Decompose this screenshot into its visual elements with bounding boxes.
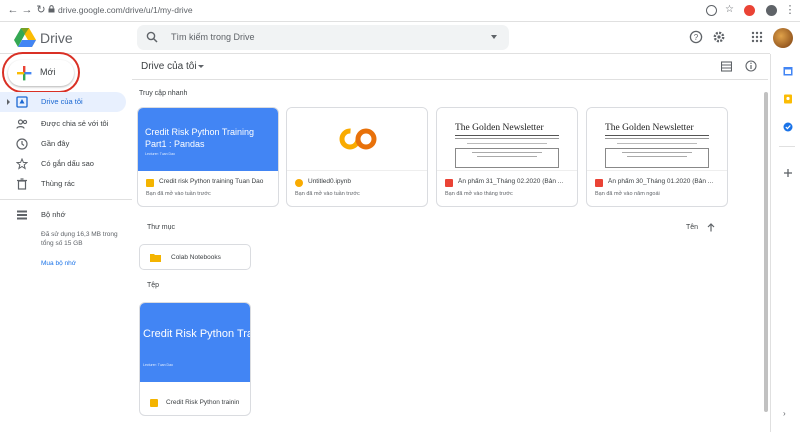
thumbnail-title: The Golden Newsletter: [605, 123, 694, 133]
sidebar-item-label: Gần đây: [41, 139, 70, 148]
sidebar-item-label: Drive của tôi: [41, 97, 83, 106]
expand-panel-icon[interactable]: ›: [783, 410, 791, 418]
file-thumbnail: The Golden Newsletter: [437, 108, 577, 171]
header-divider: [132, 79, 768, 80]
sidebar-item-my-drive[interactable]: Drive của tôi: [0, 92, 126, 112]
apps-grid-icon[interactable]: [750, 30, 764, 44]
add-addon-icon[interactable]: [783, 168, 793, 178]
browser-toolbar: ← → ↻ drive.google.com/drive/u/1/my-driv…: [0, 0, 800, 22]
forward-icon[interactable]: →: [20, 3, 34, 17]
keep-icon[interactable]: [783, 94, 793, 104]
info-icon[interactable]: [745, 60, 757, 72]
drive-logo-icon: [14, 28, 36, 47]
file-activity: Bạn đã mở vào tuần trước: [146, 191, 211, 197]
thumbnail-subtitle: Lecturer: Tuan Dao: [145, 152, 175, 156]
clock-icon: [16, 138, 28, 150]
app-name: Drive: [40, 30, 73, 46]
thumbnail-title: Credit Risk Python Training Part1 : Pand…: [143, 328, 250, 340]
buy-storage-link[interactable]: Mua bộ nhớ: [41, 260, 76, 267]
folder-name: Colab Notebooks: [171, 254, 221, 261]
account-avatar[interactable]: [773, 28, 793, 48]
sidebar-item-recent[interactable]: Gần đây: [0, 134, 126, 154]
trash-icon: [17, 178, 27, 190]
files-heading: Tệp: [147, 282, 160, 289]
list-view-icon[interactable]: [721, 61, 732, 72]
slides-icon: [146, 179, 154, 187]
my-drive-icon: [16, 96, 28, 108]
sort-by-name[interactable]: Tên: [686, 224, 698, 231]
pdf-icon: [445, 179, 453, 187]
tasks-icon[interactable]: [783, 122, 793, 132]
expand-arrow-icon[interactable]: [7, 99, 10, 105]
storage-icon: [17, 210, 27, 220]
colab-icon: [295, 179, 303, 187]
sidebar-item-label: Được chia sẻ với tôi: [41, 119, 109, 128]
quick-access-heading: Truy cập nhanh: [139, 90, 188, 97]
add-bookmark-icon[interactable]: [706, 5, 717, 16]
file-name: Untitled0.ipynb: [308, 178, 351, 185]
folder-item[interactable]: Colab Notebooks: [139, 244, 251, 270]
help-icon[interactable]: ?: [689, 30, 703, 44]
sidebar-item-label: Có gắn dấu sao: [41, 159, 94, 168]
file-activity: Bạn đã mở vào năm ngoái: [595, 191, 660, 197]
file-item[interactable]: Credit Risk Python Training Part1 : Pand…: [139, 302, 251, 416]
calendar-icon[interactable]: [783, 66, 793, 76]
file-thumbnail: Credit Risk Python Training Part1 : Pand…: [140, 303, 250, 382]
search-options-icon[interactable]: [491, 35, 497, 39]
highlight-annotation: [2, 52, 80, 93]
folder-icon: [150, 254, 161, 262]
slides-icon: [150, 399, 158, 407]
file-activity: Bạn đã mở vào tuần trước: [295, 191, 360, 197]
app-header: Drive Tìm kiếm trong Drive ?: [0, 22, 770, 54]
quick-access-card[interactable]: The Golden Newsletter Ấn phẩm 31_Tháng 0…: [436, 107, 578, 207]
search-input[interactable]: Tìm kiếm trong Drive: [137, 25, 509, 50]
sidebar-item-label: Thùng rác: [41, 179, 75, 188]
address-bar[interactable]: drive.google.com/drive/u/1/my-drive: [58, 5, 193, 15]
svg-text:?: ?: [694, 33, 699, 42]
file-name: Credit Risk Python trainin: [166, 399, 240, 406]
quick-access-card[interactable]: Credit Risk Python Training Part1 : Pand…: [137, 107, 279, 207]
side-panel: ›: [770, 54, 800, 432]
sidebar-item-trash[interactable]: Thùng rác: [0, 174, 126, 194]
file-activity: Bạn đã mở vào tháng trước: [445, 191, 513, 197]
search-placeholder: Tìm kiếm trong Drive: [171, 32, 255, 42]
thumbnail-title: The Golden Newsletter: [455, 123, 544, 133]
star-icon: [16, 158, 28, 170]
reload-icon[interactable]: ↻: [34, 3, 48, 17]
quick-access-card[interactable]: Untitled0.ipynb Bạn đã mở vào tuần trước: [286, 107, 428, 207]
search-icon: [146, 31, 158, 43]
file-thumbnail: The Golden Newsletter: [587, 108, 727, 171]
file-name: Ấn phẩm 31_Tháng 02.2020 (Bản ...: [458, 178, 564, 185]
colab-logo-icon: [339, 128, 377, 150]
file-name: Credit risk Python training Tuan Dao: [159, 178, 264, 185]
back-icon[interactable]: ←: [6, 3, 20, 17]
sidebar-item-starred[interactable]: Có gắn dấu sao: [0, 154, 126, 174]
settings-gear-icon[interactable]: [712, 30, 726, 44]
storage-usage: Đã sử dụng 16,3 MB trong tổng số 15 GB: [41, 231, 118, 247]
sidebar-item-shared[interactable]: Được chia sẻ với tôi: [0, 114, 126, 134]
star-bookmark-icon[interactable]: ☆: [724, 5, 735, 16]
browser-menu-icon[interactable]: ⋮: [783, 3, 797, 17]
file-name: Ấn phẩm 30_Tháng 01.2020 (Bản ...: [608, 178, 714, 185]
pdf-icon: [595, 179, 603, 187]
lock-icon: [48, 5, 55, 13]
sort-arrow-up-icon[interactable]: [707, 223, 715, 232]
thumbnail-title: Credit Risk Python Training Part1 : Pand…: [145, 127, 255, 149]
sidebar-divider: [0, 199, 132, 200]
quick-access-card[interactable]: The Golden Newsletter Ấn phẩm 30_Tháng 0…: [586, 107, 728, 207]
thumbnail-subtitle: Lecturer: Tuan Dao: [143, 363, 173, 367]
folders-heading: Thư mục: [147, 224, 176, 231]
file-thumbnail: Credit Risk Python Training Part1 : Pand…: [138, 108, 278, 171]
page-title[interactable]: Drive của tôi: [141, 61, 197, 72]
file-thumbnail: [287, 108, 427, 171]
scrollbar-thumb[interactable]: [764, 92, 768, 412]
storage-label: Bộ nhớ: [41, 210, 66, 219]
sidebar-item-storage[interactable]: Bộ nhớ: [0, 205, 126, 225]
shared-icon: [16, 119, 28, 129]
chevron-down-icon[interactable]: [198, 65, 204, 68]
profile-icon[interactable]: [766, 5, 777, 16]
extension-icon[interactable]: [744, 5, 755, 16]
